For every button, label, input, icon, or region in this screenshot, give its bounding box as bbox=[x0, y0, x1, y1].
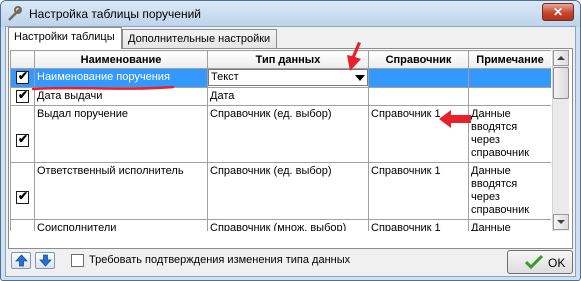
title-bar[interactable]: Настройка таблицы поручений ✕ bbox=[1, 1, 580, 27]
grid-toolbar: Требовать подтверждения изменения типа д… bbox=[11, 252, 551, 270]
check-icon bbox=[525, 254, 543, 270]
cell-type[interactable]: Справочник (множ. выбор) bbox=[207, 219, 369, 231]
dialog-window: Настройка таблицы поручений ✕ Настройки … bbox=[0, 0, 581, 281]
confirm-type-change-label[interactable]: Требовать подтверждения изменения типа д… bbox=[89, 254, 350, 266]
table-row[interactable]: ✔ Выдал поручение Справочник (ед. выбор)… bbox=[10, 105, 551, 163]
ok-button[interactable]: OK bbox=[507, 250, 573, 274]
cell-type[interactable]: Текст bbox=[207, 68, 369, 88]
cell-type[interactable]: Справочник (ед. выбор) bbox=[207, 162, 369, 220]
dialog-client: Настройки таблицы Дополнительные настрой… bbox=[5, 26, 576, 277]
window-title: Настройка таблицы поручений bbox=[29, 7, 201, 21]
scroll-down-button[interactable] bbox=[553, 214, 569, 230]
table-row[interactable]: ✔ Дата выдачи Дата bbox=[10, 87, 551, 106]
checkmark-icon: ✔ bbox=[18, 131, 29, 146]
row-checkbox[interactable]: ✔ bbox=[16, 188, 29, 204]
cell-name[interactable]: Выдал поручение bbox=[34, 105, 208, 163]
scroll-up-button[interactable] bbox=[553, 50, 569, 66]
header-note[interactable]: Примечание bbox=[468, 50, 551, 69]
ok-label: OK bbox=[548, 256, 566, 270]
row-checkbox[interactable]: ✔ bbox=[16, 87, 29, 103]
row-checkbox-cell[interactable]: ✔ bbox=[10, 105, 35, 163]
cell-reference[interactable] bbox=[368, 87, 469, 106]
confirm-type-change-checkbox[interactable] bbox=[71, 254, 84, 267]
cell-reference[interactable]: Справочник 1 bbox=[368, 105, 469, 163]
cell-reference[interactable]: Справочник 1 bbox=[368, 219, 469, 231]
chevron-down-icon[interactable] bbox=[355, 75, 365, 81]
type-dropdown[interactable]: Текст bbox=[208, 69, 368, 86]
tab-table-settings[interactable]: Настройки таблицы bbox=[8, 27, 122, 49]
table-row[interactable]: ✔ Ответственный исполнитель Справочник (… bbox=[10, 162, 551, 220]
checkmark-icon: ✔ bbox=[18, 188, 29, 203]
cell-type[interactable]: Дата bbox=[207, 87, 369, 106]
cell-name[interactable]: Ответственный исполнитель bbox=[34, 162, 208, 220]
move-up-button[interactable] bbox=[11, 252, 31, 269]
cell-reference[interactable]: Справочник 1 bbox=[368, 162, 469, 220]
arrow-down-icon bbox=[39, 254, 52, 267]
cell-name[interactable]: Соисполнители bbox=[34, 219, 208, 231]
tools-icon bbox=[8, 6, 22, 21]
row-checkbox-cell[interactable]: ✔ bbox=[10, 219, 35, 231]
dropdown-value: Текст bbox=[211, 71, 239, 83]
cell-note[interactable]: Данные вводятся через справочник bbox=[468, 162, 551, 220]
row-checkbox-cell[interactable]: ✔ bbox=[10, 87, 35, 106]
scrollbar-thumb[interactable] bbox=[553, 67, 569, 99]
cell-note[interactable] bbox=[468, 87, 551, 106]
table-row[interactable]: ✔ Наименование поручения Текст bbox=[10, 68, 551, 88]
header-type[interactable]: Тип данных bbox=[207, 50, 369, 69]
table-row[interactable]: ✔ Соисполнители Справочник (множ. выбор)… bbox=[10, 219, 551, 231]
cell-type[interactable]: Справочник (ед. выбор) bbox=[207, 105, 369, 163]
move-down-button[interactable] bbox=[35, 252, 55, 269]
vertical-scrollbar[interactable] bbox=[552, 50, 569, 231]
header-name[interactable]: Наименование bbox=[34, 50, 208, 69]
close-icon: ✕ bbox=[552, 5, 564, 19]
row-checkbox[interactable]: ✔ bbox=[16, 69, 29, 85]
header-reference[interactable]: Справочник bbox=[368, 50, 469, 69]
tab-label: Настройки таблицы bbox=[14, 31, 115, 43]
row-checkbox-cell[interactable]: ✔ bbox=[10, 68, 35, 88]
cell-name[interactable]: Дата выдачи bbox=[34, 87, 208, 106]
row-checkbox-cell[interactable]: ✔ bbox=[10, 162, 35, 220]
grid-header: Наименование Тип данных Справочник Приме… bbox=[10, 50, 551, 69]
tab-label: Дополнительные настройки bbox=[128, 33, 271, 45]
row-checkbox[interactable]: ✔ bbox=[16, 131, 29, 147]
close-button[interactable]: ✕ bbox=[542, 3, 574, 21]
tab-panel: Наименование Тип данных Справочник Приме… bbox=[8, 48, 573, 269]
chevron-up-icon bbox=[557, 56, 565, 60]
cell-reference[interactable] bbox=[368, 68, 469, 88]
checkmark-icon: ✔ bbox=[18, 69, 29, 84]
cell-note[interactable] bbox=[468, 68, 551, 88]
cell-name[interactable]: Наименование поручения bbox=[34, 68, 208, 88]
header-check[interactable] bbox=[10, 50, 35, 69]
cell-note[interactable]: Данные вводятся через bbox=[468, 219, 551, 231]
settings-grid: Наименование Тип данных Справочник Приме… bbox=[10, 50, 551, 231]
checkmark-icon: ✔ bbox=[18, 87, 29, 102]
tab-additional-settings[interactable]: Дополнительные настройки bbox=[122, 29, 277, 49]
arrow-up-icon bbox=[15, 254, 28, 267]
chevron-down-icon bbox=[557, 220, 565, 224]
cell-note[interactable]: Данные вводятся через справочник bbox=[468, 105, 551, 163]
